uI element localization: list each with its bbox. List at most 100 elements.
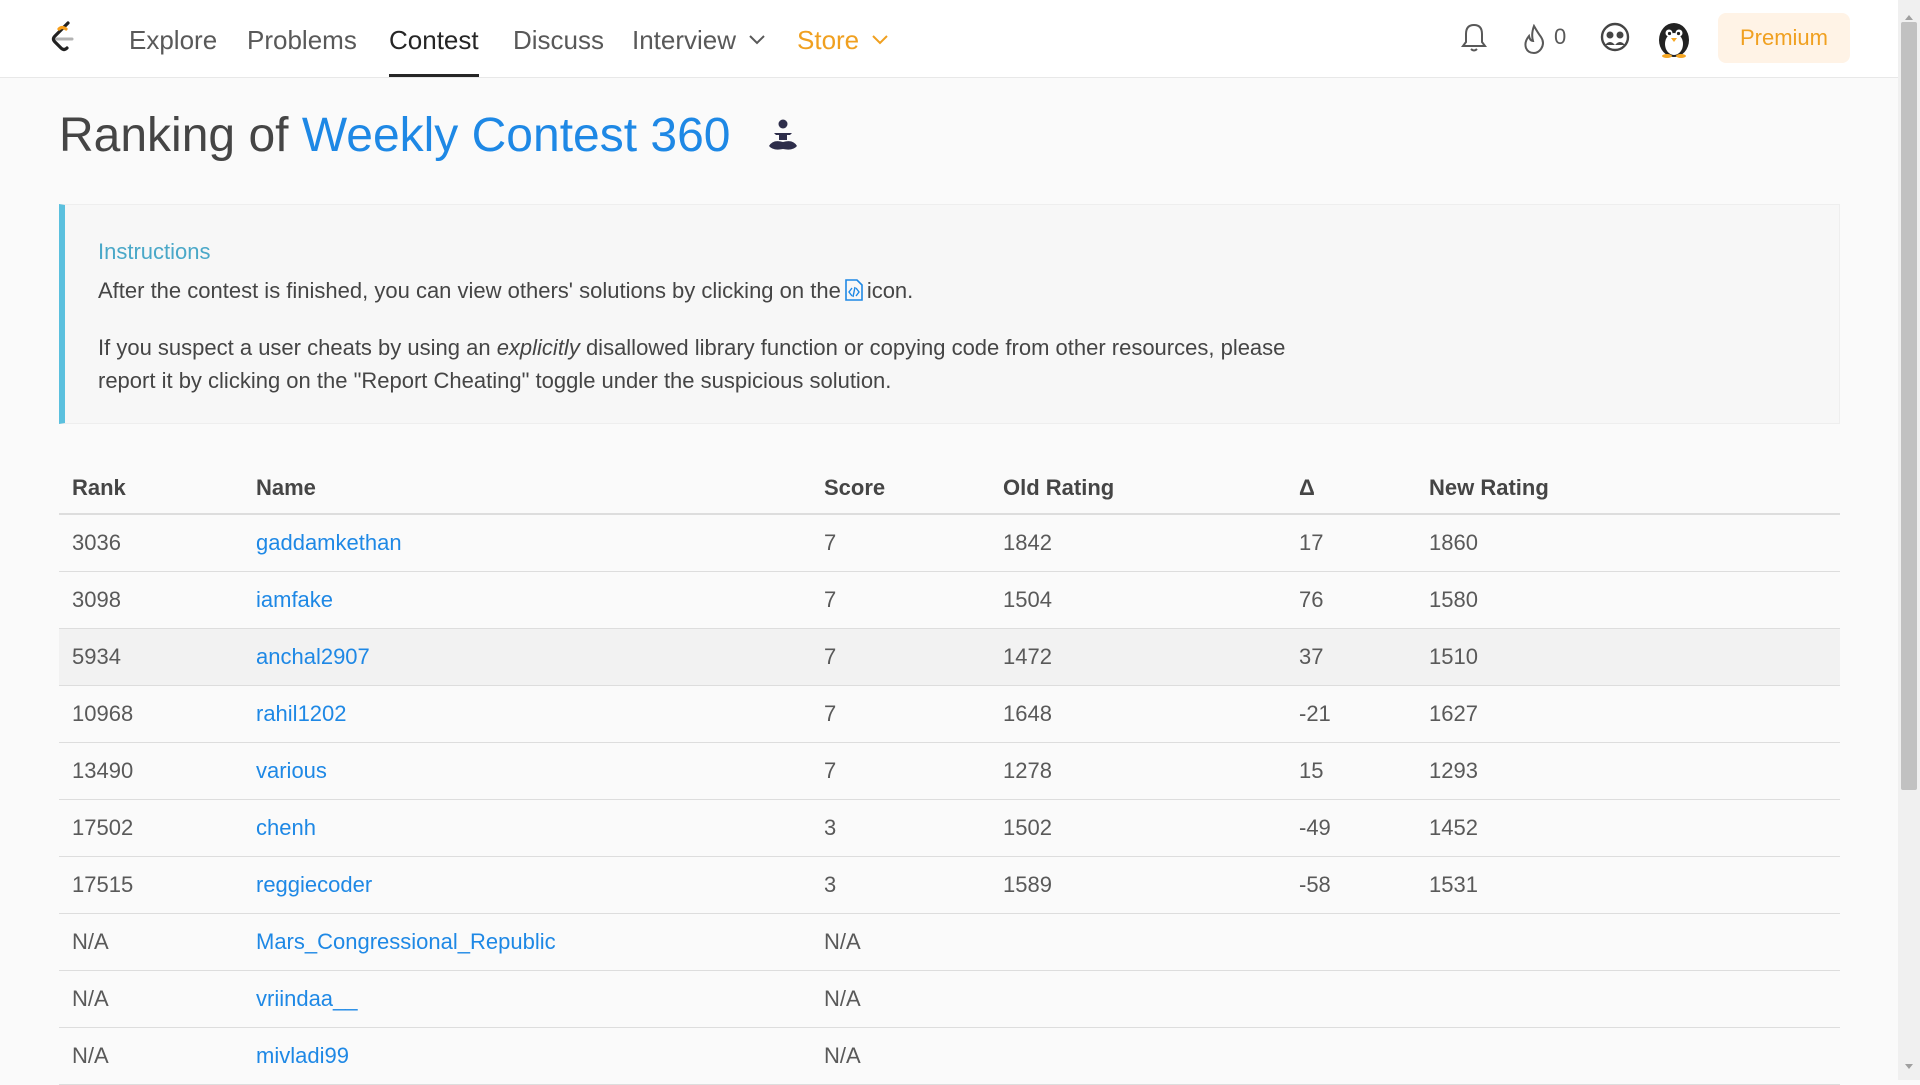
table-row: 3098 iamfake 7 1504 76 1580: [59, 571, 1840, 629]
nav-contest[interactable]: Contest: [389, 0, 479, 77]
delta-cell: [1286, 970, 1416, 1028]
rank-cell: 17502: [59, 799, 243, 857]
table-row: N/A mivladi99 N/A: [59, 1027, 1840, 1085]
code-file-icon: [845, 279, 863, 301]
rank-cell: 5934: [59, 628, 243, 686]
rank-cell: 3098: [59, 571, 243, 629]
table-row: 17515 reggiecoder 3 1589 -58 1531: [59, 856, 1840, 914]
old-rating-cell: 1278: [990, 742, 1286, 800]
table-row: 17502 chenh 3 1502 -49 1452: [59, 799, 1840, 857]
streak-count: 0: [1554, 24, 1567, 49]
new-rating-cell: 1580: [1416, 571, 1840, 629]
score-cell: 7: [811, 628, 990, 686]
user-name-link[interactable]: various: [243, 742, 811, 800]
nav-store[interactable]: Store: [797, 0, 889, 77]
delta-cell: 15: [1286, 742, 1416, 800]
score-cell: 3: [811, 856, 990, 914]
instructions-text: After the contest is finished, you can v…: [98, 278, 841, 303]
user-name-link[interactable]: reggiecoder: [243, 856, 811, 914]
chevron-down-icon: [872, 35, 889, 45]
user-name-link[interactable]: gaddamkethan: [243, 514, 811, 572]
old-rating-cell: [990, 970, 1286, 1028]
new-rating-cell: [1416, 913, 1840, 971]
fire-icon[interactable]: [1522, 24, 1546, 54]
old-rating-cell: 1842: [990, 514, 1286, 572]
column-header-rank: Rank: [59, 462, 243, 515]
score-cell: 7: [811, 685, 990, 743]
premium-button[interactable]: Premium: [1718, 13, 1850, 63]
user-name-link[interactable]: chenh: [243, 799, 811, 857]
old-rating-cell: 1472: [990, 628, 1286, 686]
new-rating-cell: 1531: [1416, 856, 1840, 914]
table-row: 13490 various 7 1278 15 1293: [59, 742, 1840, 800]
table-row: 10968 rahil1202 7 1648 -21 1627: [59, 685, 1840, 743]
table-header-row: Rank Name Score Old Rating Δ New Rating: [59, 462, 1840, 515]
scrollbar-thumb[interactable]: [1901, 22, 1917, 790]
table-row: 5934 anchal2907 7 1472 37 1510: [59, 628, 1840, 686]
new-rating-cell: 1627: [1416, 685, 1840, 743]
user-name-link[interactable]: anchal2907: [243, 628, 811, 686]
bell-icon[interactable]: [1461, 22, 1487, 52]
delta-cell: 76: [1286, 571, 1416, 629]
instructions-paragraph-2: If you suspect a user cheats by using an…: [98, 331, 1298, 397]
old-rating-cell: 1589: [990, 856, 1286, 914]
chevron-down-icon: [749, 35, 765, 45]
rank-cell: 10968: [59, 685, 243, 743]
nav-problems[interactable]: Problems: [247, 0, 357, 77]
column-header-name: Name: [243, 462, 811, 515]
group-icon[interactable]: [1600, 22, 1630, 52]
user-name-link[interactable]: vriindaa__: [243, 970, 811, 1028]
column-header-score: Score: [811, 462, 990, 515]
table-row: 3036 gaddamkethan 7 1842 17 1860: [59, 514, 1840, 572]
instructions-emphasis: explicitly: [496, 335, 580, 360]
avatar[interactable]: [1656, 18, 1692, 58]
nav-explore[interactable]: Explore: [129, 0, 217, 77]
old-rating-cell: [990, 1027, 1286, 1085]
table-row: N/A Mars_Congressional_Republic N/A: [59, 913, 1840, 971]
top-navbar: Explore Problems Contest Discuss Intervi…: [0, 0, 1898, 78]
active-tab-indicator: [389, 74, 479, 77]
old-rating-cell: 1504: [990, 571, 1286, 629]
rank-cell: 3036: [59, 514, 243, 572]
delta-cell: 17: [1286, 514, 1416, 572]
user-name-link[interactable]: Mars_Congressional_Republic: [243, 913, 811, 971]
new-rating-cell: 1293: [1416, 742, 1840, 800]
rank-cell: N/A: [59, 913, 243, 971]
instructions-text: icon.: [866, 278, 914, 303]
user-name-link[interactable]: iamfake: [243, 571, 811, 629]
column-header-delta: Δ: [1286, 462, 1416, 515]
page-title: Ranking of Weekly Contest 360: [59, 108, 730, 163]
nav-discuss[interactable]: Discuss: [513, 0, 604, 77]
new-rating-cell: [1416, 1027, 1840, 1085]
scroll-down-arrow-icon[interactable]: [1901, 1058, 1917, 1074]
ranking-table: Rank Name Score Old Rating Δ New Rating …: [59, 462, 1840, 1085]
new-rating-cell: 1860: [1416, 514, 1840, 572]
score-cell: N/A: [811, 913, 990, 971]
old-rating-cell: [990, 913, 1286, 971]
contest-link[interactable]: Weekly Contest 360: [302, 109, 731, 162]
score-cell: N/A: [811, 970, 990, 1028]
rank-cell: N/A: [59, 970, 243, 1028]
score-cell: 7: [811, 514, 990, 572]
leetcode-logo[interactable]: [46, 20, 82, 56]
delta-cell: [1286, 1027, 1416, 1085]
old-rating-cell: 1502: [990, 799, 1286, 857]
new-rating-cell: 1510: [1416, 628, 1840, 686]
delta-cell: -21: [1286, 685, 1416, 743]
user-name-link[interactable]: rahil1202: [243, 685, 811, 743]
column-header-new-rating: New Rating: [1416, 462, 1840, 515]
delta-cell: [1286, 913, 1416, 971]
rank-cell: N/A: [59, 1027, 243, 1085]
nav-interview[interactable]: Interview: [632, 0, 765, 77]
title-prefix: Ranking of: [59, 109, 302, 162]
instructions-text: If you suspect a user cheats by using an: [98, 335, 497, 360]
meditation-icon[interactable]: [765, 118, 801, 154]
delta-cell: -58: [1286, 856, 1416, 914]
old-rating-cell: 1648: [990, 685, 1286, 743]
rank-cell: 13490: [59, 742, 243, 800]
instructions-paragraph-1: After the contest is finished, you can v…: [98, 278, 913, 304]
user-name-link[interactable]: mivladi99: [243, 1027, 811, 1085]
score-cell: 7: [811, 742, 990, 800]
score-cell: N/A: [811, 1027, 990, 1085]
column-header-old-rating: Old Rating: [990, 462, 1286, 515]
